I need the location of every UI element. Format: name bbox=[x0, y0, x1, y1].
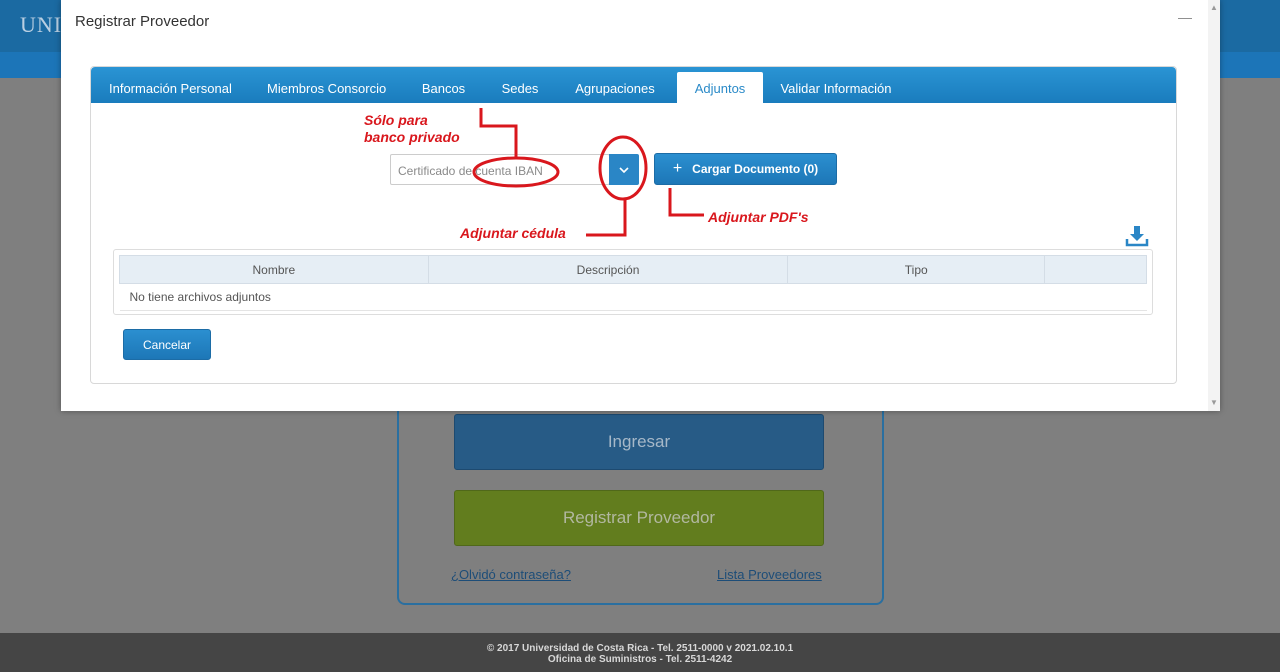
attachments-table-container: Nombre Descripción Tipo No tiene archivo… bbox=[113, 249, 1153, 315]
page-footer: © 2017 Universidad de Costa Rica - Tel. … bbox=[0, 633, 1280, 672]
table-row: No tiene archivos adjuntos bbox=[119, 283, 1147, 311]
tab-bar: Información Personal Miembros Consorcio … bbox=[91, 67, 1176, 103]
tab-banks[interactable]: Bancos bbox=[421, 67, 466, 103]
register-provider-dialog: Registrar Proveedor — ▲ ▼ Información Pe… bbox=[61, 0, 1220, 411]
dialog-title: Registrar Proveedor bbox=[75, 13, 210, 30]
document-type-select[interactable]: Certificado de cuenta IBAN bbox=[390, 154, 610, 185]
scroll-up-icon[interactable]: ▲ bbox=[1210, 4, 1218, 12]
chevron-down-icon bbox=[619, 166, 629, 173]
download-icon[interactable] bbox=[1125, 223, 1149, 247]
column-header-actions bbox=[1044, 255, 1147, 284]
cancel-button[interactable]: Cancelar bbox=[123, 329, 211, 360]
dialog-scrollbar[interactable]: ▲ ▼ bbox=[1208, 0, 1220, 411]
upload-document-label: Cargar Documento (0) bbox=[692, 162, 819, 176]
tab-consortium-members[interactable]: Miembros Consorcio bbox=[267, 67, 386, 103]
column-header-type[interactable]: Tipo bbox=[787, 255, 1046, 284]
tab-groupings[interactable]: Agrupaciones bbox=[575, 67, 655, 103]
providers-list-link[interactable]: Lista Proveedores bbox=[717, 567, 822, 582]
plus-icon: + bbox=[672, 160, 683, 177]
select-dropdown-button[interactable] bbox=[609, 154, 639, 185]
minimize-icon[interactable]: — bbox=[1178, 10, 1192, 24]
footer-copyright: © 2017 Universidad de Costa Rica - Tel. … bbox=[486, 643, 794, 654]
register-provider-button[interactable]: Registrar Proveedor bbox=[454, 490, 824, 546]
footer-office: Oficina de Suministros - Tel. 2511-4242 bbox=[547, 654, 733, 665]
upload-document-button[interactable]: + Cargar Documento (0) bbox=[654, 153, 837, 185]
tab-attachments[interactable]: Adjuntos bbox=[677, 72, 763, 103]
tab-personal-info[interactable]: Información Personal bbox=[109, 67, 232, 103]
login-button[interactable]: Ingresar bbox=[454, 414, 824, 470]
empty-table-message: No tiene archivos adjuntos bbox=[119, 283, 1147, 311]
scroll-down-icon[interactable]: ▼ bbox=[1210, 399, 1218, 407]
attachments-table: Nombre Descripción Tipo No tiene archivo… bbox=[119, 255, 1147, 311]
tab-validate-info[interactable]: Validar Información bbox=[779, 67, 893, 103]
annotation-attach-pdf: Adjuntar PDF's bbox=[708, 209, 809, 225]
annotation-private-bank: Sólo para banco privado bbox=[364, 112, 460, 145]
column-header-description[interactable]: Descripción bbox=[427, 255, 789, 284]
column-header-name[interactable]: Nombre bbox=[119, 255, 429, 284]
tab-sites[interactable]: Sedes bbox=[501, 67, 539, 103]
attachments-panel: Información Personal Miembros Consorcio … bbox=[90, 66, 1177, 384]
annotation-attach-id: Adjuntar cédula bbox=[460, 225, 566, 241]
forgot-password-link[interactable]: ¿Olvidó contraseña? bbox=[451, 567, 571, 582]
